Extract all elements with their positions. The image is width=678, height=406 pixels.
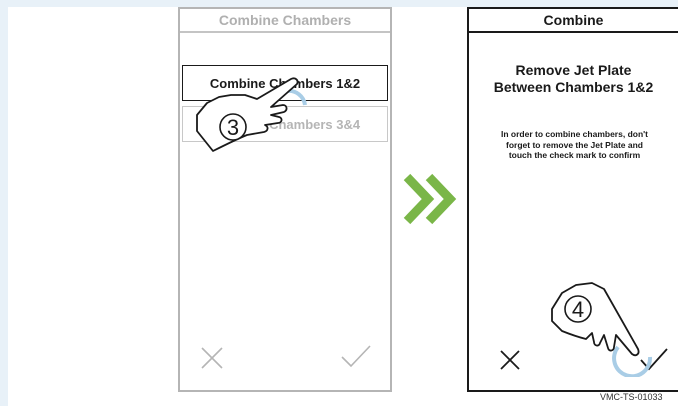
double-chevron-right-icon [403,173,457,225]
screen-title: Combine [469,9,678,33]
check-icon[interactable] [340,343,372,369]
message-line-2: forget to remove the Jet Plate and [506,139,643,150]
instruction-heading: Remove Jet Plate Between Chambers 1&2 [469,62,678,96]
message-line-1: In order to combine chambers, don't [500,129,648,139]
step-3-label: 3 [227,115,239,140]
screen-title: Combine Chambers [180,9,390,33]
combine-chambers-screen: Combine Chambers Combine Chambers 1&2 Co… [178,7,392,392]
pointing-hand-icon: 4 [551,282,653,377]
close-icon[interactable] [499,349,521,371]
pointing-hand-icon: 3 [196,77,307,152]
instruction-heading-line-1: Remove Jet Plate [515,62,632,78]
instruction-heading-line-2: Between Chambers 1&2 [493,79,654,95]
instruction-message: In order to combine chambers, don't forg… [475,129,674,161]
message-line-3: touch the check mark to confirm [508,150,641,160]
step-4-label: 4 [572,297,584,322]
close-icon[interactable] [200,346,224,370]
background-strip-top [0,0,678,7]
background-strip-left [0,0,8,406]
document-code: VMC-TS-01033 [600,392,663,402]
